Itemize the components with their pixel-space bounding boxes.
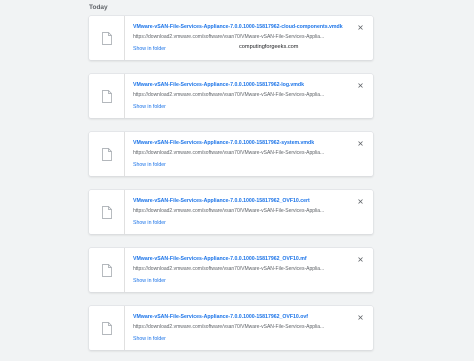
file-name-link[interactable]: VMware-vSAN-File-Services-Appliance-7.0.… (133, 256, 307, 262)
download-item: VMware-vSAN-File-Services-Appliance-7.0.… (89, 306, 373, 350)
show-in-folder-link[interactable]: Show in folder (133, 336, 166, 342)
watermark-text: computingforgeeks.com (239, 44, 299, 50)
show-in-folder-link[interactable]: Show in folder (133, 104, 166, 110)
file-icon-container (89, 132, 125, 176)
file-icon-container (89, 248, 125, 292)
show-in-folder-link[interactable]: Show in folder (133, 278, 166, 284)
file-icon (101, 147, 112, 161)
download-item: VMware-vSAN-File-Services-Appliance-7.0.… (89, 248, 373, 292)
file-url: https://download2.vmware.com/software/vs… (133, 266, 325, 272)
close-icon (357, 24, 363, 30)
file-url: https://download2.vmware.com/software/vs… (133, 92, 325, 98)
remove-download-button[interactable] (356, 255, 364, 263)
file-icon-container (89, 16, 125, 60)
show-in-folder-link[interactable]: Show in folder (133, 220, 166, 226)
show-in-folder-link[interactable]: Show in folder (133, 162, 166, 168)
section-title-today: Today (89, 4, 108, 11)
file-icon (101, 89, 112, 103)
file-name-link[interactable]: VMware-vSAN-File-Services-Appliance-7.0.… (133, 198, 310, 204)
file-icon (101, 263, 112, 277)
remove-download-button[interactable] (356, 313, 364, 321)
file-url: https://download2.vmware.com/software/vs… (133, 150, 325, 156)
remove-download-button[interactable] (356, 139, 364, 147)
file-name-link[interactable]: VMware-vSAN-File-Services-Appliance-7.0.… (133, 140, 314, 146)
file-url: https://download2.vmware.com/software/vs… (133, 324, 325, 330)
download-item: VMware-vSAN-File-Services-Appliance-7.0.… (89, 74, 373, 118)
download-item: VMware-vSAN-File-Services-Appliance-7.0.… (89, 132, 373, 176)
close-icon (357, 140, 363, 146)
file-name-link[interactable]: VMware-vSAN-File-Services-Appliance-7.0.… (133, 82, 304, 88)
download-item: VMware-vSAN-File-Services-Appliance-7.0.… (89, 190, 373, 234)
file-icon (101, 321, 112, 335)
close-icon (357, 314, 363, 320)
close-icon (357, 198, 363, 204)
file-icon (101, 205, 112, 219)
file-name-link[interactable]: VMware-vSAN-File-Services-Appliance-7.0.… (133, 314, 308, 320)
remove-download-button[interactable] (356, 81, 364, 89)
file-icon-container (89, 306, 125, 350)
file-url: https://download2.vmware.com/software/vs… (133, 34, 325, 40)
remove-download-button[interactable] (356, 23, 364, 31)
file-icon-container (89, 74, 125, 118)
close-icon (357, 82, 363, 88)
file-icon (101, 31, 112, 45)
file-url: https://download2.vmware.com/software/vs… (133, 208, 325, 214)
download-item: VMware-vSAN-File-Services-Appliance-7.0.… (89, 16, 373, 60)
close-icon (357, 256, 363, 262)
remove-download-button[interactable] (356, 197, 364, 205)
show-in-folder-link[interactable]: Show in folder (133, 46, 166, 52)
downloads-page: Today VMware-vSAN-File-Services-Applianc… (0, 0, 474, 361)
file-icon-container (89, 190, 125, 234)
file-name-link[interactable]: VMware-vSAN-File-Services-Appliance-7.0.… (133, 24, 343, 30)
